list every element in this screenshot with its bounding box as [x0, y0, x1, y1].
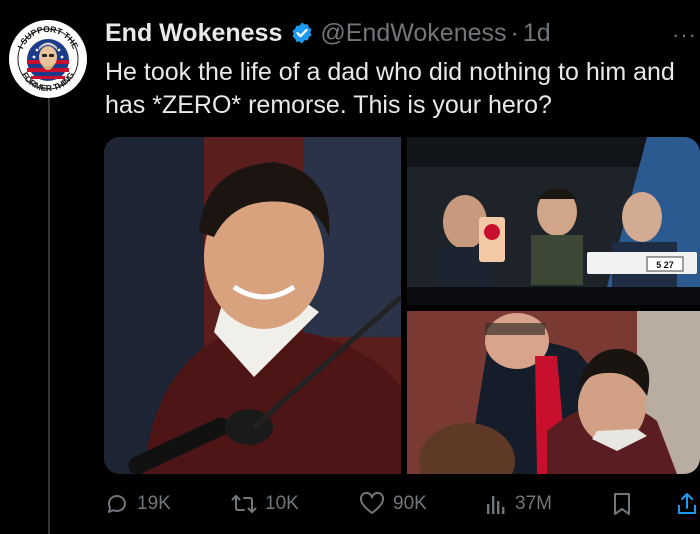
reply-button[interactable]: 19K [105, 486, 171, 522]
share-button[interactable] [675, 486, 700, 522]
like-count: 90K [393, 493, 427, 514]
media-grid: 5 27 [104, 137, 700, 474]
action-bar: 19K 10K 90K 37M [105, 486, 700, 522]
courtroom-defendant-photo [104, 137, 401, 474]
bookmark-icon [614, 493, 630, 515]
reply-count: 19K [137, 493, 171, 514]
timestamp[interactable]: 1d [523, 19, 551, 48]
share-icon [678, 493, 696, 514]
views-button[interactable]: 37M [485, 486, 552, 522]
verified-badge-icon [290, 21, 314, 45]
thread-line [48, 96, 50, 534]
police-car-photo: 5 27 [407, 137, 700, 305]
avatar[interactable]: I SUPPORT THE FORMER THING [9, 20, 87, 98]
repost-button[interactable]: 10K [231, 486, 299, 522]
bookmark-button[interactable] [610, 486, 642, 522]
tweet-text: He took the life of a dad who did nothin… [105, 58, 675, 119]
more-options-icon[interactable]: ··· [672, 22, 697, 48]
media-photo-main[interactable] [104, 137, 401, 474]
handle[interactable]: @EndWokeness [320, 19, 506, 48]
avatar-logo-icon: I SUPPORT THE FORMER THING [10, 21, 86, 97]
like-button[interactable]: 90K [359, 486, 427, 522]
display-name[interactable]: End Wokeness [105, 19, 282, 48]
media-photo-car[interactable]: 5 27 [407, 137, 700, 305]
tweet-header: End Wokeness @EndWokeness · 1d [105, 16, 665, 50]
view-count: 37M [515, 493, 552, 514]
reply-icon [107, 495, 126, 513]
car-plate-label: 5 27 [656, 260, 674, 270]
heart-icon [359, 492, 385, 514]
repost-icon [231, 495, 257, 513]
repost-count: 10K [265, 493, 299, 514]
media-photo-court[interactable] [407, 311, 700, 474]
courtroom-attorney-photo [407, 311, 700, 474]
separator-dot: · [510, 18, 519, 47]
views-chart-icon [487, 496, 505, 514]
